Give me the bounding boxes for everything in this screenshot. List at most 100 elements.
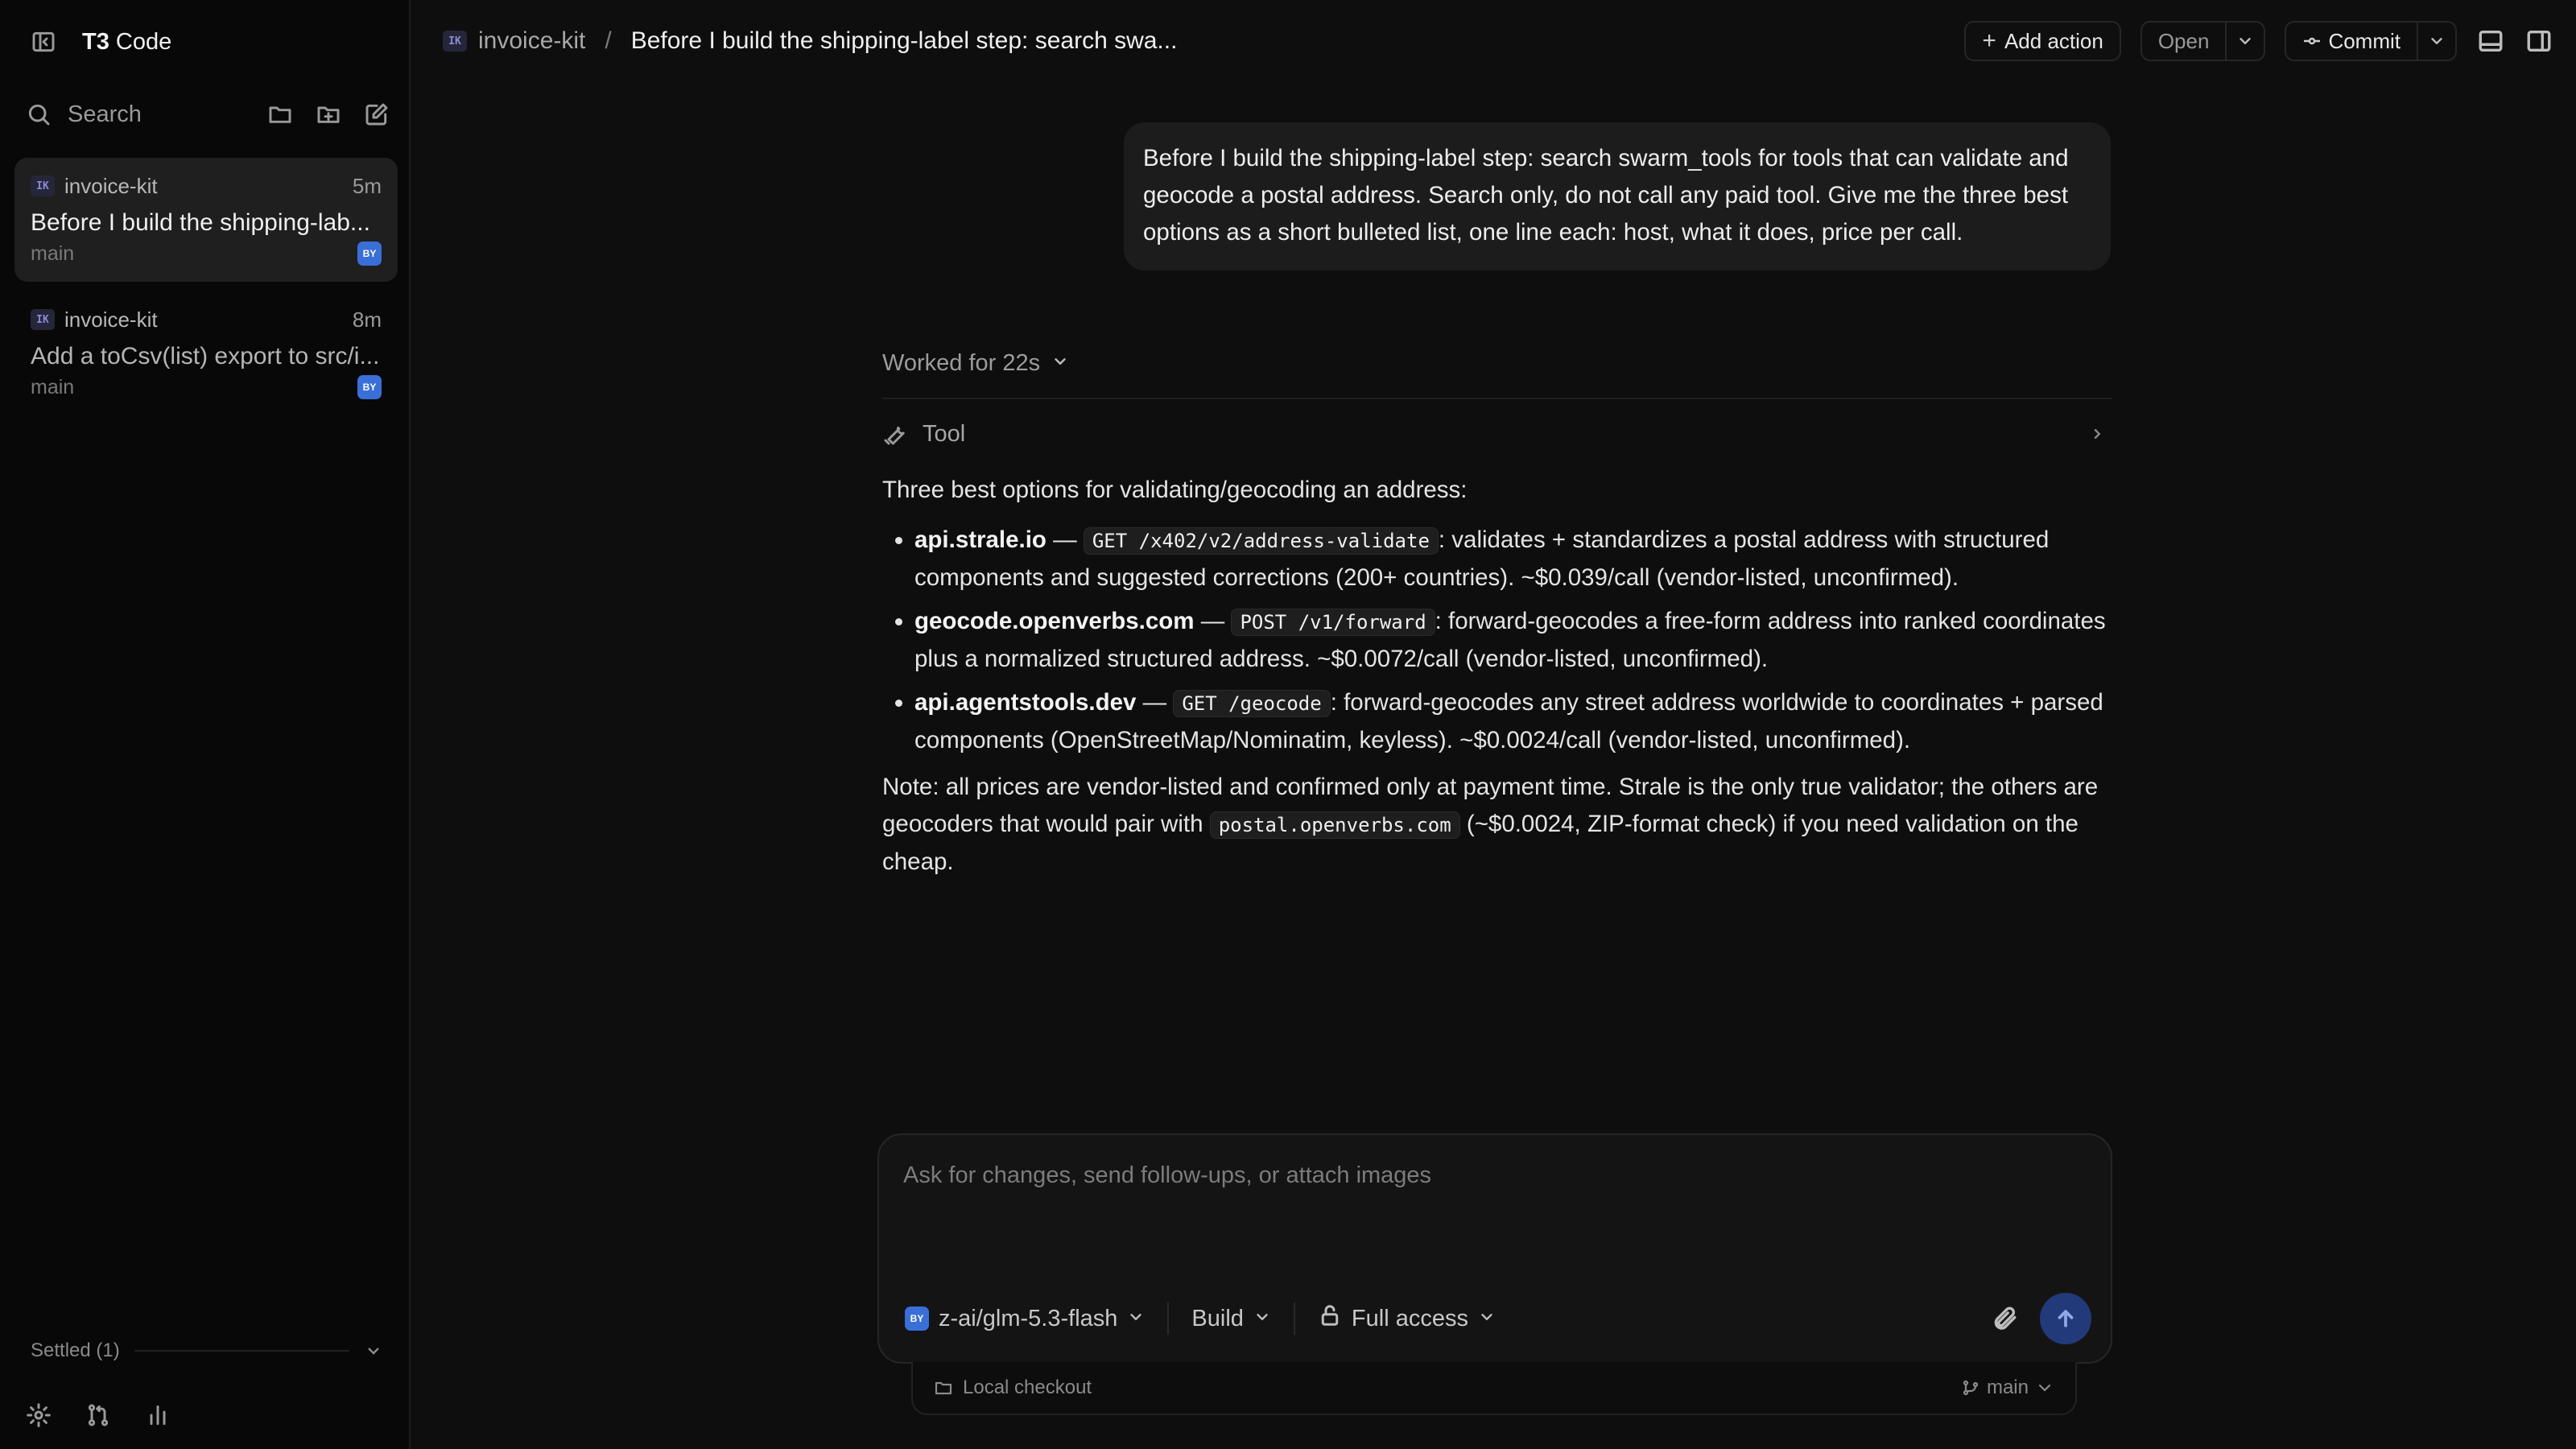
option-endpoint: POST /v1/forward [1231, 609, 1435, 636]
option-endpoint: GET /geocode [1173, 690, 1331, 717]
commit-icon [2304, 37, 2321, 45]
app-brand: T3 Code [82, 28, 172, 55]
chevron-right-icon [2094, 428, 2101, 440]
git-pull-request-icon[interactable] [84, 1401, 113, 1430]
send-button[interactable] [2040, 1293, 2091, 1344]
settled-label: Settled (1) [31, 1340, 120, 1361]
answer-intro: Three best options for validating/geocod… [882, 477, 1468, 503]
sidebar: T3 Code Search IK invoice-kit 5m Before … [0, 0, 411, 1449]
commit-button[interactable]: Commit [2286, 23, 2418, 60]
open-button[interactable]: Open [2142, 23, 2227, 60]
thread-project: invoice-kit [64, 307, 158, 332]
option-host: api.agentstools.dev [914, 689, 1137, 716]
checkout-bar: Local checkout main [911, 1362, 2077, 1415]
message-input[interactable] [903, 1162, 2087, 1259]
commit-label: Commit [2328, 28, 2401, 53]
local-checkout-button[interactable]: Local checkout [934, 1377, 1961, 1399]
folder-plus-icon[interactable] [314, 100, 343, 129]
folder-icon[interactable] [266, 100, 295, 129]
answer-note: Note: all prices are vendor-listed and c… [882, 774, 2099, 875]
page-title: Before I build the shipping-label step: … [630, 27, 1178, 54]
model-badge: BY [357, 375, 382, 399]
thread-project: invoice-kit [64, 173, 158, 198]
model-label: z-ai/glm-5.3-flash [939, 1305, 1118, 1331]
search-button[interactable]: Search [68, 101, 266, 128]
chevron-down-icon [1051, 350, 1069, 377]
lock-icon [1318, 1303, 1342, 1334]
tool-call-row[interactable]: Tool [882, 414, 2112, 454]
mode-selector[interactable]: Build [1191, 1298, 1271, 1339]
topbar-actions: + Add action Open Commit [1964, 21, 2553, 61]
thread-branch: main [31, 375, 75, 398]
thread-time: 5m [352, 173, 382, 198]
chevron-down-icon [368, 1348, 379, 1355]
project-badge: IK [31, 175, 55, 196]
model-badge: BY [357, 242, 382, 266]
topbar: IK invoice-kit / Before I build the ship… [411, 0, 2576, 80]
search-icon[interactable] [24, 100, 53, 129]
thread-title: Add a toCsv(list) export to src/i... [31, 343, 380, 369]
panel-bottom-icon[interactable] [2476, 27, 2505, 56]
composer-toolbar: BY z-ai/glm-5.3-flash Build Full access [905, 1293, 2091, 1344]
bar-chart-icon[interactable] [143, 1401, 172, 1430]
project-badge: IK [443, 31, 467, 52]
thread-branch: main [31, 242, 75, 265]
option-endpoint: GET /x402/v2/address-validate [1083, 527, 1439, 555]
sidebar-search: Search [24, 95, 391, 134]
worked-toggle[interactable]: Worked for 22s [882, 345, 1069, 382]
chevron-down-icon [1478, 1306, 1496, 1332]
chevron-down-icon [1127, 1306, 1145, 1332]
thread-title: Before I build the shipping-lab... [31, 209, 370, 236]
breadcrumb-project[interactable]: invoice-kit [478, 27, 585, 55]
project-badge: IK [31, 309, 55, 330]
app-window: T3 Code Search IK invoice-kit 5m Before … [0, 0, 2576, 1449]
thread-item[interactable]: IK invoice-kit 5m Before I build the shi… [14, 158, 398, 282]
thread-item[interactable]: IK invoice-kit 8m Add a toCsv(list) expo… [14, 291, 398, 415]
wrench-icon [884, 426, 905, 445]
option-host: geocode.openverbs.com [914, 608, 1195, 634]
model-selector[interactable]: BY z-ai/glm-5.3-flash [905, 1298, 1145, 1339]
tool-label: Tool [923, 420, 966, 447]
composer: BY z-ai/glm-5.3-flash Build Full access [877, 1133, 2112, 1364]
options-list: api.strale.io — GET /x402/v2/address-val… [882, 522, 2114, 759]
git-branch-icon [1963, 1380, 1979, 1396]
sidebar-header: T3 Code [29, 24, 171, 60]
chevron-down-icon [2431, 38, 2442, 44]
commit-menu-button[interactable] [2418, 23, 2455, 60]
open-menu-button[interactable] [2227, 23, 2264, 60]
divider [882, 398, 2112, 399]
breadcrumb-separator: / [605, 27, 612, 54]
divider [1167, 1302, 1170, 1335]
paperclip-icon[interactable] [1990, 1304, 2019, 1333]
commit-split-button: Commit [2285, 21, 2457, 61]
note-code: postal.openverbs.com [1209, 811, 1460, 839]
assistant-message: Three best options for validating/geocod… [882, 472, 2114, 881]
compose-icon[interactable] [362, 100, 391, 129]
option-host: api.strale.io [914, 526, 1046, 553]
panel-right-icon[interactable] [2524, 27, 2553, 56]
chevron-down-icon [2240, 38, 2252, 44]
branch-selector[interactable]: main [1961, 1377, 2054, 1399]
user-message: Before I build the shipping-label step: … [1124, 122, 2111, 270]
settings-icon[interactable] [24, 1401, 53, 1430]
add-action-label: Add action [2004, 28, 2103, 53]
open-split-button: Open [2140, 21, 2266, 61]
list-item: api.agentstools.dev — GET /geocode: forw… [914, 684, 2114, 759]
checkout-label: Local checkout [963, 1377, 1092, 1398]
settled-section-toggle[interactable]: Settled (1) [31, 1336, 383, 1365]
plus-icon: + [1982, 27, 1996, 54]
thread-time: 8m [352, 307, 382, 332]
worked-label: Worked for 22s [882, 349, 1041, 376]
breadcrumb: IK invoice-kit / Before I build the ship… [443, 23, 1177, 60]
mode-label: Build [1191, 1305, 1244, 1331]
access-selector[interactable]: Full access [1318, 1298, 1496, 1339]
divider [1293, 1302, 1295, 1335]
model-badge: BY [905, 1307, 929, 1331]
access-label: Full access [1351, 1305, 1468, 1331]
add-action-button[interactable]: + Add action [1964, 21, 2121, 61]
chevron-down-icon [1253, 1306, 1271, 1332]
folder-icon [935, 1381, 952, 1395]
chevron-down-icon [2038, 1384, 2051, 1392]
sidebar-toggle-icon[interactable] [29, 27, 58, 56]
list-item: api.strale.io — GET /x402/v2/address-val… [914, 522, 2114, 597]
